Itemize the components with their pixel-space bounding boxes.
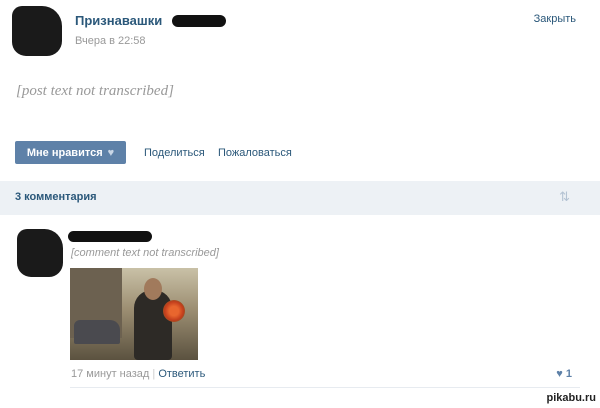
watermark: pikabu.ru xyxy=(546,392,596,404)
comment-time[interactable]: 17 минут назад xyxy=(71,368,149,380)
heart-icon: ♥ xyxy=(556,368,563,380)
author-avatar[interactable] xyxy=(12,6,62,56)
photo-car xyxy=(74,320,120,344)
redacted-name-mark xyxy=(68,231,152,242)
comment-meta: 17 минут назад | Ответить xyxy=(71,368,205,380)
meta-separator: | xyxy=(152,368,156,380)
comment-photo[interactable] xyxy=(70,268,198,360)
report-link[interactable]: Пожаловаться xyxy=(218,147,292,159)
sort-icon[interactable]: ⇅ xyxy=(559,189,570,205)
like-button[interactable]: Мне нравится ♥ xyxy=(15,141,126,164)
reply-link[interactable]: Ответить xyxy=(158,368,205,380)
redacted-name-mark xyxy=(172,15,226,27)
heart-icon: ♥ xyxy=(107,146,115,159)
like-label: Мне нравится xyxy=(26,146,103,159)
post-text: [post text not transcribed] xyxy=(16,83,174,99)
photo-person-head xyxy=(144,278,162,300)
comment-like-button[interactable]: ♥ 1 xyxy=(556,368,572,380)
comments-header: 3 комментария ⇅ xyxy=(0,181,600,215)
comments-count[interactable]: 3 комментария xyxy=(15,191,97,203)
comment-divider xyxy=(70,387,580,388)
commenter-avatar[interactable] xyxy=(17,229,63,277)
photo-flowers xyxy=(163,300,185,322)
photo-person xyxy=(134,290,172,360)
comment-text: [comment text not transcribed] xyxy=(71,247,219,259)
post-time[interactable]: Вчера в 22:58 xyxy=(75,35,146,47)
share-link[interactable]: Поделиться xyxy=(144,147,205,159)
close-link[interactable]: Закрыть xyxy=(534,13,576,25)
comment-like-count: 1 xyxy=(565,368,572,380)
post-author[interactable]: Признавашки xyxy=(75,13,162,28)
